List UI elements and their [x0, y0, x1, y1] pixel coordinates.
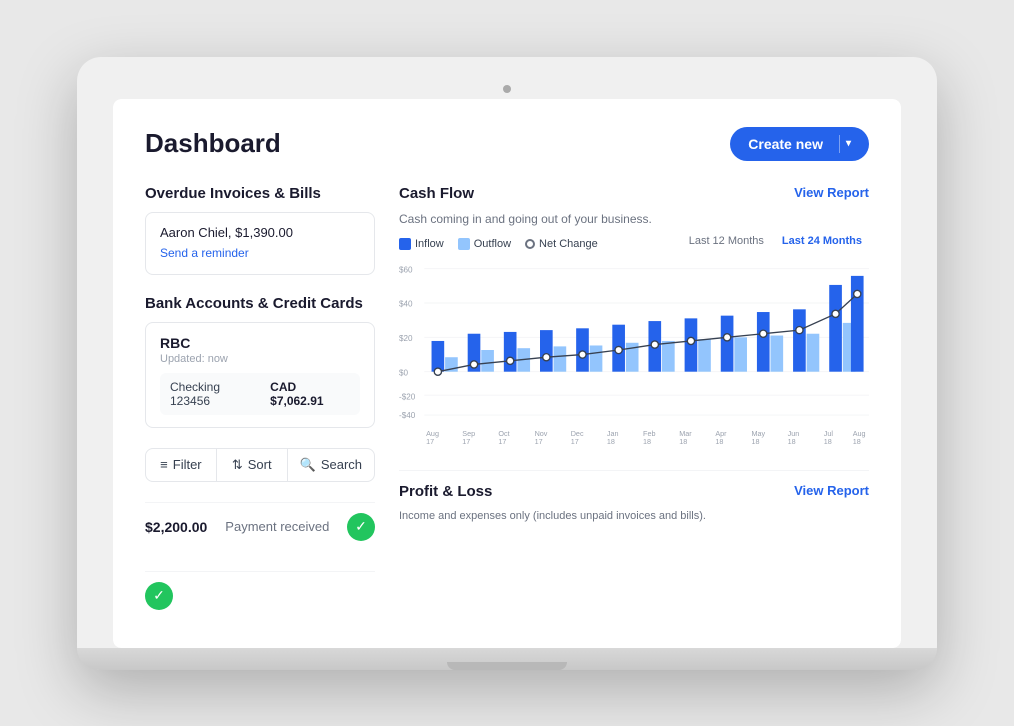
- button-divider: [839, 135, 840, 153]
- net-change-label: Net Change: [539, 238, 598, 250]
- bank-section: Bank Accounts & Credit Cards RBC Updated…: [145, 295, 375, 428]
- laptop-base: [77, 648, 937, 670]
- bank-name: RBC: [160, 335, 360, 351]
- search-icon: 🔍: [300, 457, 316, 473]
- svg-text:-$20: -$20: [399, 392, 416, 401]
- svg-text:18: 18: [607, 437, 615, 446]
- filter-button[interactable]: ≡ Filter: [146, 449, 217, 481]
- svg-text:18: 18: [788, 437, 796, 446]
- svg-text:17: 17: [535, 437, 543, 446]
- svg-text:$40: $40: [399, 299, 413, 308]
- filter-label: Filter: [173, 457, 202, 472]
- inflow-dot: [399, 238, 411, 250]
- svg-text:18: 18: [715, 437, 723, 446]
- check-icon: ✓: [347, 513, 375, 541]
- svg-text:18: 18: [752, 437, 760, 446]
- sort-button[interactable]: ⇅ Sort: [217, 449, 288, 481]
- svg-text:17: 17: [462, 437, 470, 446]
- svg-text:17: 17: [498, 437, 506, 446]
- cashflow-section: Cash Flow Cash coming in and going out o…: [399, 185, 869, 450]
- filter-icon: ≡: [160, 457, 168, 472]
- create-new-label: Create new: [748, 136, 833, 152]
- chevron-down-icon: ▾: [846, 138, 851, 149]
- bank-section-title: Bank Accounts & Credit Cards: [145, 295, 375, 312]
- search-button[interactable]: 🔍 Search: [288, 449, 374, 481]
- period-12-button[interactable]: Last 12 Months: [682, 233, 771, 249]
- legend-outflow: Outflow: [458, 238, 511, 250]
- svg-text:18: 18: [679, 437, 687, 446]
- cashflow-view-report-link[interactable]: View Report: [794, 185, 869, 200]
- legend-net-change: Net Change: [525, 238, 598, 250]
- profit-loss-view-report-link[interactable]: View Report: [794, 483, 869, 498]
- send-reminder-link[interactable]: Send a reminder: [160, 246, 249, 260]
- svg-text:17: 17: [571, 437, 579, 446]
- overdue-section: Overdue Invoices & Bills Aaron Chiel, $1…: [145, 185, 375, 275]
- transaction-amount: $2,200.00: [145, 519, 207, 535]
- legend-row: Inflow Outflow Net Change: [399, 238, 598, 250]
- create-new-button[interactable]: Create new ▾: [730, 127, 869, 161]
- transaction-description: Payment received: [225, 519, 337, 534]
- svg-text:-$40: -$40: [399, 410, 416, 419]
- sort-icon: ⇅: [232, 457, 243, 473]
- invoice-customer: Aaron Chiel, $1,390.00: [160, 225, 360, 240]
- account-balance: CAD $7,062.91: [270, 380, 350, 408]
- svg-text:17: 17: [426, 437, 434, 446]
- net-change-dot: [525, 239, 535, 249]
- cashflow-chart: $60 $40 $20 $0 -$20 -$40: [399, 250, 869, 450]
- legend-inflow: Inflow: [399, 238, 444, 250]
- svg-text:18: 18: [853, 437, 861, 446]
- outflow-dot: [458, 238, 470, 250]
- profit-loss-title: Profit & Loss: [399, 483, 706, 500]
- period-buttons: Last 12 Months Last 24 Months: [682, 233, 869, 249]
- page-title: Dashboard: [145, 128, 281, 159]
- invoice-card: Aaron Chiel, $1,390.00 Send a reminder: [145, 212, 375, 275]
- cashflow-subtitle: Cash coming in and going out of your bus…: [399, 212, 652, 226]
- transaction-row-2: ✓: [145, 571, 375, 620]
- svg-text:18: 18: [824, 437, 832, 446]
- inflow-label: Inflow: [415, 238, 444, 250]
- check-icon-2: ✓: [145, 582, 173, 610]
- cashflow-title: Cash Flow: [399, 185, 652, 202]
- svg-text:18: 18: [643, 437, 651, 446]
- period-24-button[interactable]: Last 24 Months: [775, 233, 869, 249]
- sort-label: Sort: [248, 457, 272, 472]
- svg-text:$60: $60: [399, 265, 413, 274]
- profit-loss-section: Profit & Loss Income and expenses only (…: [399, 470, 869, 522]
- profit-loss-subtitle: Income and expenses only (includes unpai…: [399, 510, 706, 522]
- outflow-label: Outflow: [474, 238, 511, 250]
- bank-card: RBC Updated: now Checking 123456 CAD $7,…: [145, 322, 375, 428]
- svg-text:$0: $0: [399, 368, 409, 377]
- transaction-row: $2,200.00 Payment received ✓: [145, 502, 375, 551]
- account-row[interactable]: Checking 123456 CAD $7,062.91: [160, 373, 360, 415]
- search-label: Search: [321, 457, 362, 472]
- svg-text:$20: $20: [399, 333, 413, 342]
- toolbar: ≡ Filter ⇅ Sort 🔍 Search: [145, 448, 375, 482]
- account-label: Checking 123456: [170, 380, 260, 408]
- overdue-section-title: Overdue Invoices & Bills: [145, 185, 375, 202]
- chart-svg: $60 $40 $20 $0 -$20 -$40: [399, 250, 869, 450]
- bank-updated: Updated: now: [160, 353, 360, 365]
